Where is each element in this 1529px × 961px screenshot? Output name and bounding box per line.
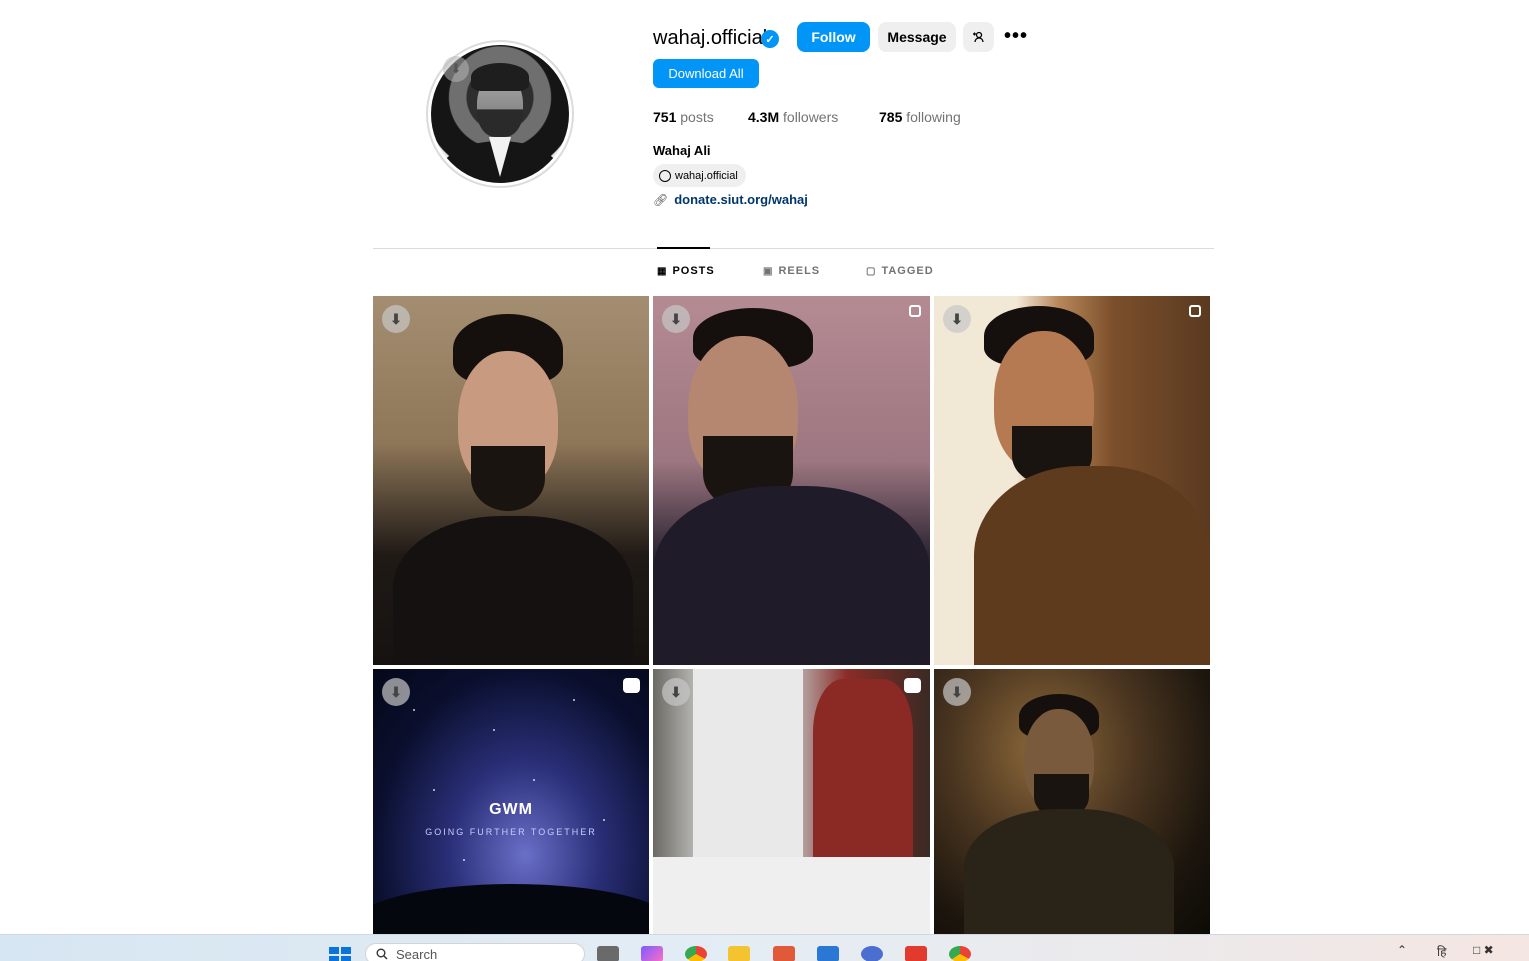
carousel-icon bbox=[909, 305, 921, 317]
download-all-button[interactable]: Download All bbox=[653, 59, 759, 88]
download-icon[interactable]: ⬇ bbox=[382, 678, 410, 706]
search-icon bbox=[376, 948, 388, 960]
add-user-icon bbox=[972, 31, 984, 43]
notepad-icon[interactable] bbox=[817, 946, 839, 961]
follow-button[interactable]: Follow bbox=[797, 22, 870, 52]
chrome-icon[interactable] bbox=[685, 946, 707, 961]
download-icon[interactable]: ⬇ bbox=[662, 305, 690, 333]
post-tile-1[interactable]: ⬇ bbox=[373, 296, 649, 665]
carousel-icon bbox=[1189, 305, 1201, 317]
following-stat[interactable]: 785 following bbox=[879, 108, 961, 126]
tray-language[interactable]: हि bbox=[1437, 943, 1446, 960]
tagged-icon: ▢ bbox=[866, 265, 877, 277]
tab-tagged-label: TAGGED bbox=[881, 265, 934, 277]
windows-start-icon[interactable] bbox=[329, 947, 351, 961]
task-view-icon[interactable] bbox=[597, 946, 619, 961]
bio-link-text: donate.siut.org/wahaj bbox=[674, 192, 808, 207]
tab-tagged[interactable]: ▢ TAGGED bbox=[866, 265, 934, 277]
tray-network-volume-icon[interactable]: □ ✖ bbox=[1473, 943, 1494, 957]
threads-badge[interactable]: wahaj.official bbox=[653, 164, 746, 187]
gwm-tagline-text: GOING FURTHER TOGETHER bbox=[425, 827, 597, 837]
download-icon[interactable]: ⬇ bbox=[662, 678, 690, 706]
followers-stat[interactable]: 4.3M followers bbox=[748, 108, 838, 126]
bio-link[interactable]: 🔗︎ donate.siut.org/wahaj bbox=[653, 192, 808, 207]
message-button[interactable]: Message bbox=[878, 22, 956, 52]
taskbar-search[interactable]: Search bbox=[365, 943, 585, 961]
taskbar-search-placeholder: Search bbox=[396, 946, 438, 961]
tab-posts[interactable]: ▦ POSTS bbox=[657, 265, 715, 277]
posts-stat: 751 posts bbox=[653, 109, 714, 125]
post-tile-6[interactable]: ⬇ bbox=[934, 669, 1210, 934]
threads-handle: wahaj.official bbox=[675, 169, 738, 182]
snipping-tool-icon[interactable] bbox=[773, 946, 795, 961]
file-explorer-icon[interactable] bbox=[728, 946, 750, 961]
avatar-download-icon[interactable]: ⬇ bbox=[443, 56, 469, 82]
download-icon[interactable]: ⬇ bbox=[943, 305, 971, 333]
tab-posts-label: POSTS bbox=[672, 265, 715, 277]
profile-full-name: Wahaj Ali bbox=[653, 143, 711, 158]
wps-icon[interactable] bbox=[905, 946, 927, 961]
reel-icon bbox=[904, 678, 921, 693]
reel-icon bbox=[623, 678, 640, 693]
suggested-accounts-button[interactable] bbox=[963, 22, 994, 52]
post-tile-2[interactable]: ⬇ bbox=[653, 296, 930, 665]
tray-overflow-icon[interactable]: ⌃ bbox=[1397, 943, 1407, 957]
app-icon[interactable] bbox=[861, 946, 883, 961]
active-tab-indicator bbox=[657, 247, 710, 249]
post-tile-3[interactable]: ⬇ bbox=[934, 296, 1210, 665]
tab-reels-label: REELS bbox=[778, 265, 821, 277]
post-tile-5[interactable]: ⬇ bbox=[653, 669, 930, 857]
grid-icon: ▦ bbox=[657, 265, 668, 277]
gwm-brand-text: GWM bbox=[489, 801, 533, 818]
chrome-profile-icon[interactable] bbox=[949, 946, 971, 961]
tab-reels[interactable]: ▣ REELS bbox=[763, 265, 820, 277]
link-icon: 🔗︎ bbox=[653, 192, 669, 207]
download-icon[interactable]: ⬇ bbox=[382, 305, 410, 333]
copilot-icon[interactable] bbox=[641, 946, 663, 961]
download-icon[interactable]: ⬇ bbox=[943, 678, 971, 706]
post-tile-4[interactable]: GWM GOING FURTHER TOGETHER ⬇ bbox=[373, 669, 649, 934]
threads-icon bbox=[659, 169, 671, 182]
post-tile-5-placeholder bbox=[653, 857, 930, 934]
windows-taskbar: Search ⌃ हि □ ✖ bbox=[0, 934, 1529, 961]
reels-icon: ▣ bbox=[763, 265, 774, 277]
verified-badge-icon: ✓ bbox=[761, 30, 779, 48]
tabs-divider bbox=[373, 248, 1214, 249]
profile-username: wahaj.official bbox=[653, 27, 768, 49]
more-options-icon[interactable]: ••• bbox=[1004, 26, 1028, 46]
instagram-profile-page: ⬇ wahaj.official ✓ Follow Message ••• Do… bbox=[0, 0, 1529, 961]
